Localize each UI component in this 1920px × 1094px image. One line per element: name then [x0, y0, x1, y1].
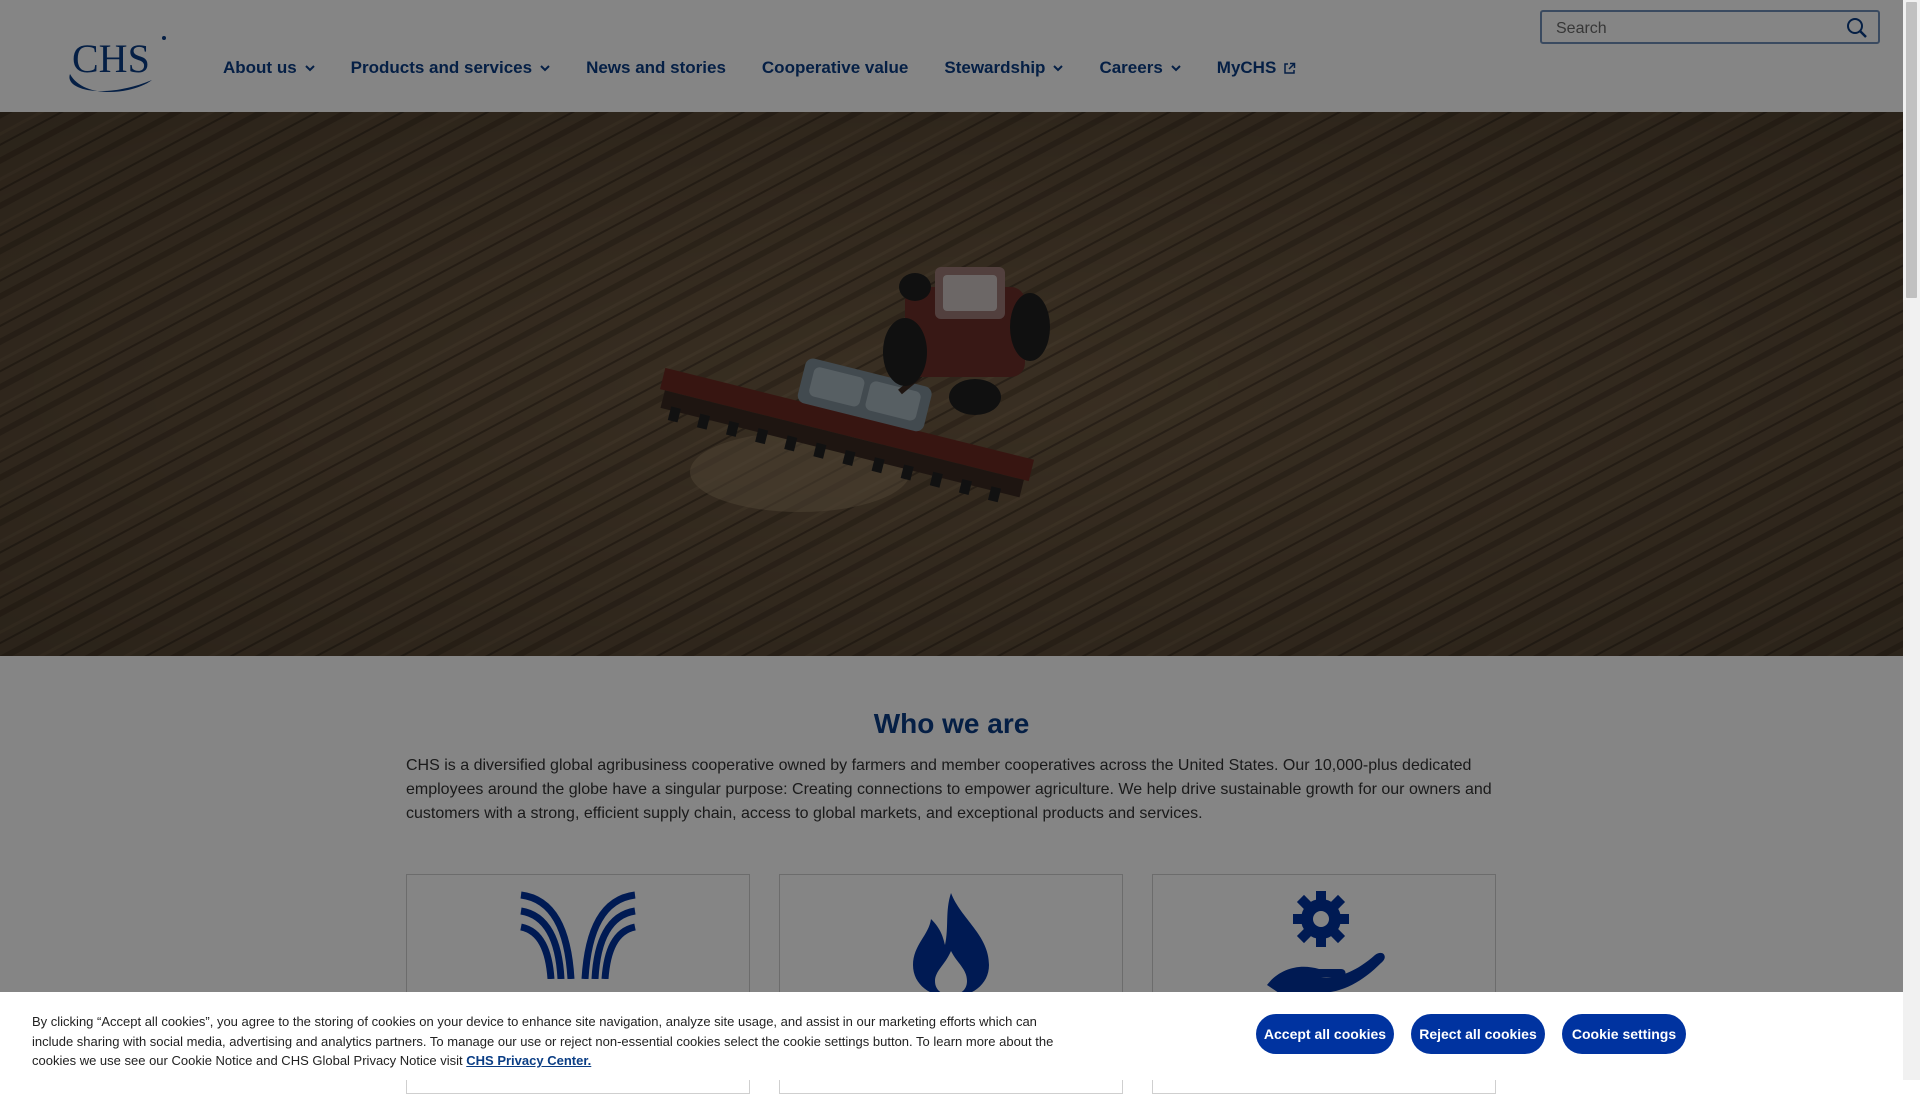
accept-all-cookies-button[interactable]: Accept all cookies: [1256, 1014, 1394, 1054]
scrollbar-thumb[interactable]: [1906, 2, 1917, 298]
page-scrollbar[interactable]: [1903, 0, 1920, 1080]
cookie-message: By clicking “Accept all cookies”, you ag…: [32, 1012, 1072, 1071]
modal-dim-overlay: [0, 0, 1903, 1080]
cookie-settings-button[interactable]: Cookie settings: [1562, 1014, 1686, 1054]
cookie-banner: By clicking “Accept all cookies”, you ag…: [0, 992, 1903, 1080]
reject-all-cookies-button[interactable]: Reject all cookies: [1411, 1014, 1545, 1054]
privacy-center-link[interactable]: CHS Privacy Center.: [466, 1053, 591, 1068]
